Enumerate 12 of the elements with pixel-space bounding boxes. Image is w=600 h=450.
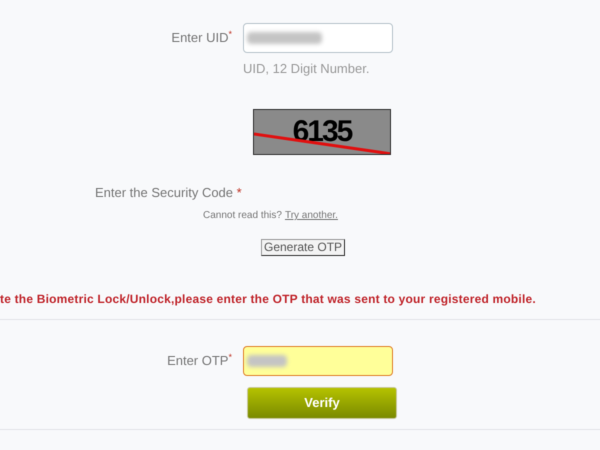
try-another-link[interactable]: Try another. <box>284 208 338 223</box>
uid-label: Enter UID* <box>171 28 232 47</box>
uid-field[interactable] <box>243 23 393 53</box>
otp-field[interactable] <box>243 346 393 376</box>
captcha-prompt: Cannot read this? <box>203 209 282 223</box>
captcha-image: 6135 <box>253 108 391 154</box>
otp-label: Enter OTP* <box>167 351 232 370</box>
verify-button[interactable]: Verify <box>247 387 397 419</box>
uid-hint: UID, 12 Digit Number. <box>243 60 370 78</box>
security-code-label: Enter the Security Code * <box>95 184 242 200</box>
generate-otp-button[interactable]: Generate OTP <box>261 239 346 256</box>
otp-message: te the Biometric Lock/Unlock,please enter the OTP that was sent to your registered mobile. <box>0 292 536 306</box>
